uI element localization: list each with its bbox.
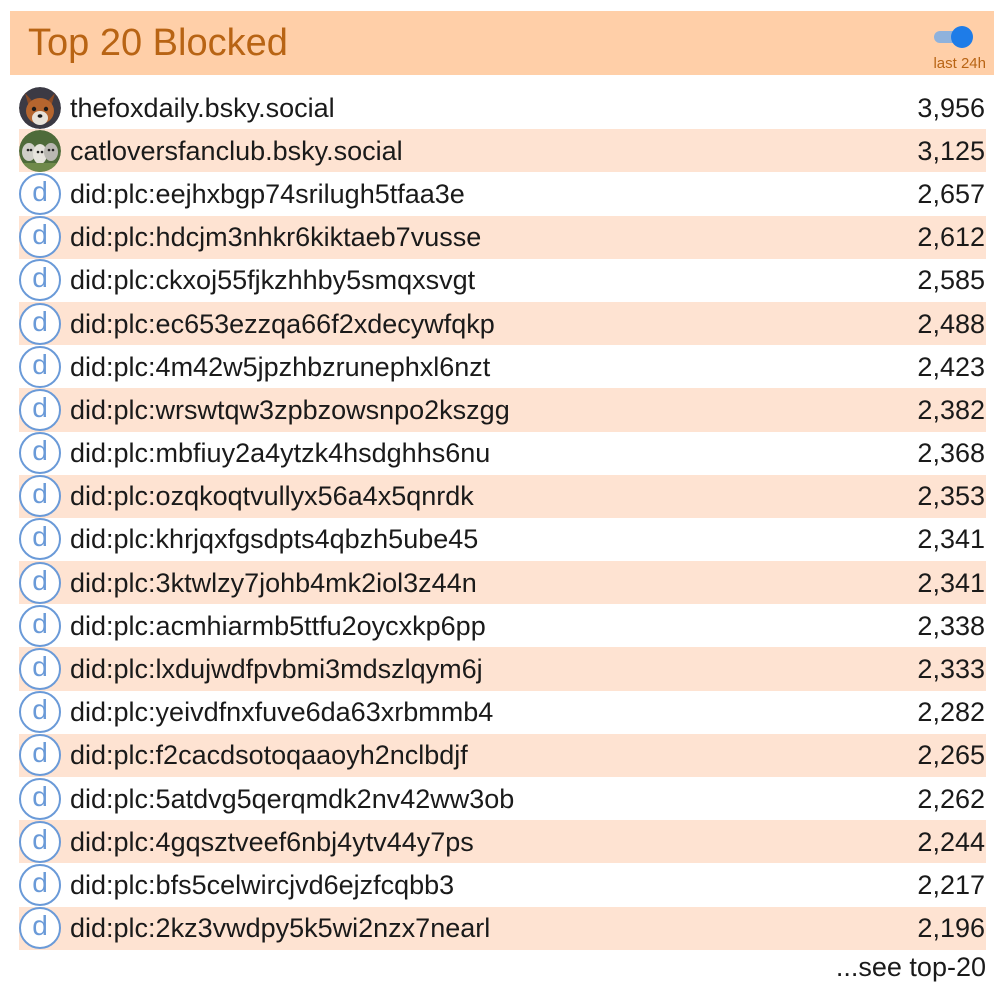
- list-item[interactable]: d did:plc:eejhxbgp74srilugh5tfaa3e 2,657: [19, 172, 986, 215]
- block-count: 2,368: [917, 438, 985, 469]
- did-avatar-icon: d: [19, 648, 61, 691]
- fox-avatar: [19, 86, 61, 129]
- list-item[interactable]: d did:plc:3ktwlzy7johb4mk2iol3z44n 2,341: [19, 561, 986, 605]
- block-count: 2,196: [917, 913, 985, 944]
- did-avatar-icon: d: [19, 604, 61, 647]
- account-handle: did:plc:hdcjm3nhkr6kiktaeb7vusse: [70, 222, 482, 253]
- block-count: 2,217: [917, 869, 985, 900]
- account-handle: thefoxdaily.bsky.social: [70, 92, 335, 123]
- did-avatar-icon: d: [19, 777, 61, 820]
- block-count: 2,262: [917, 783, 985, 814]
- blocked-list: thefoxdaily.bsky.social 3,956 catloversf…: [19, 86, 986, 950]
- list-item[interactable]: d did:plc:khrjqxfgsdpts4qbzh5ube45 2,341: [19, 518, 986, 561]
- block-count: 2,338: [917, 610, 985, 641]
- account-handle: did:plc:4m42w5jpzhbzrunephxl6nzt: [70, 351, 491, 382]
- did-avatar-icon: d: [19, 863, 61, 906]
- list-item[interactable]: d did:plc:yeivdfnxfuve6da63xrbmmb4 2,282: [19, 691, 986, 734]
- did-avatar-icon: d: [19, 561, 61, 604]
- did-avatar-icon: d: [19, 734, 61, 777]
- list-item[interactable]: d did:plc:4gqsztveef6nbj4ytv44y7ps 2,244: [19, 820, 986, 864]
- list-item[interactable]: d did:plc:2kz3vwdpy5k5wi2nzx7nearl 2,196: [19, 906, 986, 950]
- account-handle: did:plc:5atdvg5qerqmdk2nv42ww3ob: [70, 783, 515, 814]
- account-handle: did:plc:f2cacdsotoqaaoyh2nclbdjf: [70, 740, 468, 771]
- block-count: 2,282: [917, 697, 985, 728]
- time-range-toggle[interactable]: [932, 25, 974, 48]
- did-avatar-icon: d: [19, 388, 61, 431]
- block-count: 2,612: [917, 222, 985, 253]
- list-item[interactable]: d did:plc:4m42w5jpzhbzrunephxl6nzt 2,423: [19, 345, 986, 388]
- list-item[interactable]: d did:plc:bfs5celwircjvd6ejzfcqbb3 2,217: [19, 863, 986, 906]
- account-handle: did:plc:ec653ezzqa66f2xdecywfqkp: [70, 308, 495, 339]
- fox-avatar-image: [19, 86, 61, 129]
- account-handle: did:plc:acmhiarmb5ttfu2oycxkp6pp: [70, 610, 486, 641]
- block-count: 3,125: [917, 135, 985, 166]
- block-count: 2,244: [917, 826, 985, 857]
- account-handle: catloversfanclub.bsky.social: [70, 135, 403, 166]
- block-count: 2,423: [917, 351, 985, 382]
- list-item[interactable]: d did:plc:ec653ezzqa66f2xdecywfqkp 2,488: [19, 301, 986, 346]
- list-item[interactable]: d did:plc:lxdujwdfpvbmi3mdszlqym6j 2,333: [19, 647, 986, 691]
- block-count: 2,353: [917, 481, 985, 512]
- account-handle: did:plc:eejhxbgp74srilugh5tfaa3e: [70, 178, 465, 209]
- toggle-label: last 24h: [933, 55, 986, 72]
- did-avatar-icon: d: [19, 907, 61, 950]
- list-item[interactable]: d did:plc:acmhiarmb5ttfu2oycxkp6pp 2,338: [19, 604, 986, 647]
- account-handle: did:plc:wrswtqw3zpbzowsnpo2kszgg: [70, 394, 510, 425]
- block-count: 2,657: [917, 178, 985, 209]
- account-handle: did:plc:khrjqxfgsdpts4qbzh5ube45: [70, 524, 479, 555]
- block-count: 2,333: [917, 654, 985, 685]
- block-count: 2,488: [917, 308, 985, 339]
- did-avatar-icon: d: [19, 345, 61, 388]
- see-more-link[interactable]: ...see top-20: [836, 950, 986, 984]
- account-handle: did:plc:yeivdfnxfuve6da63xrbmmb4: [70, 697, 494, 728]
- list-item[interactable]: thefoxdaily.bsky.social 3,956: [19, 86, 986, 129]
- block-count: 2,341: [917, 524, 985, 555]
- did-avatar-icon: d: [19, 691, 61, 734]
- account-handle: did:plc:4gqsztveef6nbj4ytv44y7ps: [70, 826, 474, 857]
- list-item[interactable]: d did:plc:ckxoj55fjkzhhby5smqxsvgt 2,585: [19, 259, 986, 302]
- block-count: 3,956: [917, 92, 985, 123]
- block-count: 2,265: [917, 740, 985, 771]
- toggle-knob: [951, 26, 973, 48]
- did-avatar-icon: d: [19, 475, 61, 518]
- did-avatar-icon: d: [19, 820, 61, 863]
- did-avatar-icon: d: [19, 432, 61, 475]
- list-item[interactable]: d did:plc:hdcjm3nhkr6kiktaeb7vusse 2,612: [19, 215, 986, 259]
- panel-title: Top 20 Blocked: [28, 22, 288, 64]
- list-item[interactable]: catloversfanclub.bsky.social 3,125: [19, 129, 986, 173]
- account-handle: did:plc:lxdujwdfpvbmi3mdszlqym6j: [70, 654, 483, 685]
- account-handle: did:plc:bfs5celwircjvd6ejzfcqbb3: [70, 869, 455, 900]
- did-avatar-icon: d: [19, 518, 61, 561]
- did-avatar-icon: d: [19, 172, 61, 215]
- account-handle: did:plc:2kz3vwdpy5k5wi2nzx7nearl: [70, 913, 491, 944]
- cats-avatar-image: [19, 129, 61, 172]
- did-avatar-icon: d: [19, 216, 61, 259]
- did-avatar-icon: d: [19, 259, 61, 302]
- list-item[interactable]: d did:plc:wrswtqw3zpbzowsnpo2kszgg 2,382: [19, 388, 986, 432]
- list-item[interactable]: d did:plc:5atdvg5qerqmdk2nv42ww3ob 2,262: [19, 777, 986, 820]
- account-handle: did:plc:ozqkoqtvullyx56a4x5qnrdk: [70, 481, 474, 512]
- panel-header: Top 20 Blocked last 24h: [10, 11, 994, 75]
- did-avatar-icon: d: [19, 302, 61, 345]
- account-handle: did:plc:mbfiuy2a4ytzk4hsdghhs6nu: [70, 438, 491, 469]
- list-item[interactable]: d did:plc:mbfiuy2a4ytzk4hsdghhs6nu 2,368: [19, 432, 986, 475]
- block-count: 2,341: [917, 567, 985, 598]
- list-item[interactable]: d did:plc:ozqkoqtvullyx56a4x5qnrdk 2,353: [19, 474, 986, 518]
- cats-avatar: [19, 129, 61, 172]
- account-handle: did:plc:3ktwlzy7johb4mk2iol3z44n: [70, 567, 477, 598]
- account-handle: did:plc:ckxoj55fjkzhhby5smqxsvgt: [70, 265, 476, 296]
- block-count: 2,382: [917, 394, 985, 425]
- list-item[interactable]: d did:plc:f2cacdsotoqaaoyh2nclbdjf 2,265: [19, 733, 986, 777]
- block-count: 2,585: [917, 265, 985, 296]
